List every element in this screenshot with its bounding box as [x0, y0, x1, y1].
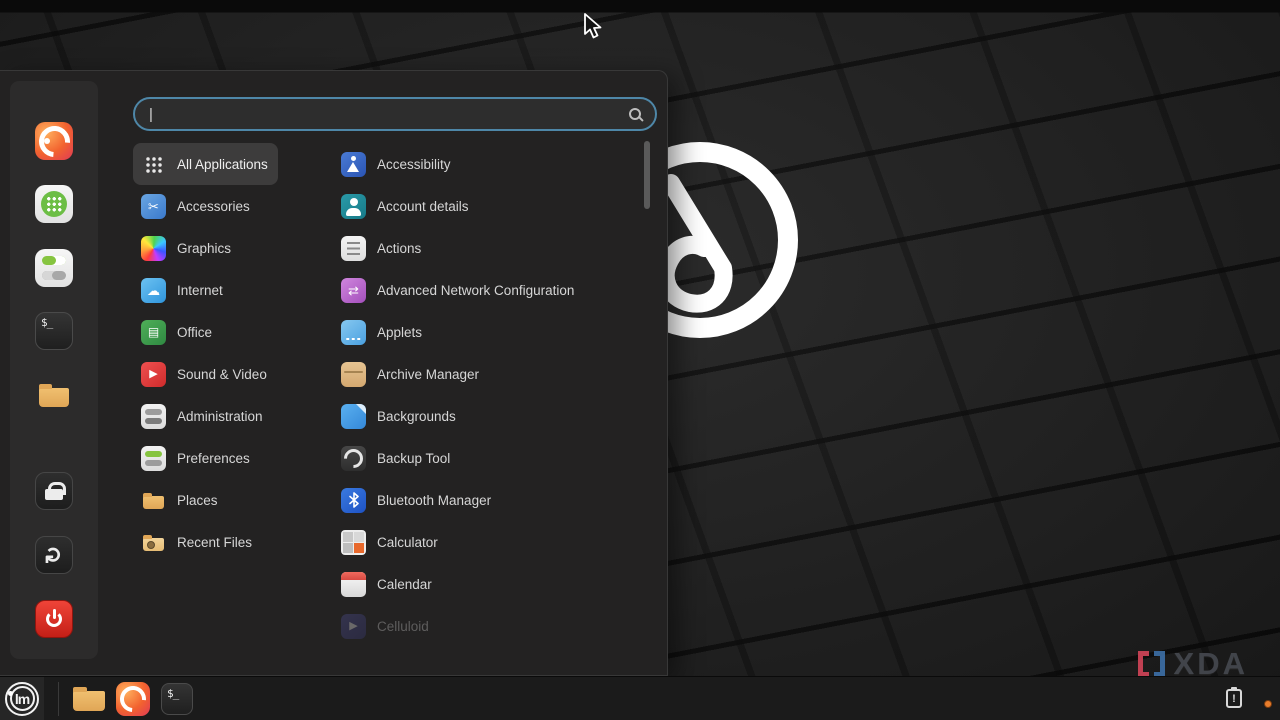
search-input[interactable]: | [133, 97, 657, 131]
logout-icon[interactable]: ↻ [35, 536, 73, 574]
calculator-icon [341, 530, 366, 555]
bluetooth-icon [341, 488, 366, 513]
rainbow-icon [141, 236, 166, 261]
media-play-icon: ▶ [341, 614, 366, 639]
play-icon: ▶ [141, 362, 166, 387]
files-launcher-icon [72, 685, 106, 713]
application-list: Accessibility Account details Actions ⇄ … [333, 143, 639, 647]
user-bust-icon [341, 194, 366, 219]
terminal-glyph: $_ [36, 313, 52, 328]
category-internet[interactable]: ☁ Internet [133, 269, 233, 311]
lock-screen-icon[interactable] [35, 472, 73, 510]
mouse-cursor [578, 12, 604, 42]
power-symbol-icon [44, 609, 64, 629]
system-settings-icon[interactable] [35, 249, 73, 287]
sync-ring-icon [341, 446, 366, 471]
firewall-shield-icon[interactable] [1252, 689, 1270, 708]
category-preferences[interactable]: Preferences [133, 437, 260, 479]
app-accessibility[interactable]: Accessibility [333, 143, 461, 185]
category-sound-video[interactable]: ▶ Sound & Video [133, 353, 277, 395]
app-account-details[interactable]: Account details [333, 185, 479, 227]
padlock-icon [44, 482, 64, 500]
logout-glyph: ↻ [41, 546, 67, 564]
app-advanced-network-configuration[interactable]: ⇄ Advanced Network Configuration [333, 269, 584, 311]
firefox-launcher-icon [116, 682, 150, 716]
app-archive-manager[interactable]: Archive Manager [333, 353, 489, 395]
mint-menu-panel: $_ ↻ | All Applications ✂ Accessories Gr… [0, 70, 668, 676]
xda-right-bracket [1154, 651, 1165, 677]
folder-icon [141, 488, 166, 513]
files-launcher[interactable] [67, 677, 111, 720]
app-list-scrollbar[interactable] [644, 141, 650, 209]
recent-folder-icon [141, 530, 166, 555]
xda-left-bracket [1138, 651, 1149, 677]
cloud-icon: ☁ [141, 278, 166, 303]
terminal-launcher-icon: $_ [161, 683, 193, 715]
menu-button[interactable]: lm [0, 677, 44, 720]
category-places[interactable]: Places [133, 479, 228, 521]
app-applets[interactable]: Applets [333, 311, 432, 353]
search-icon [629, 108, 641, 120]
terminal-launcher[interactable]: $_ [155, 677, 199, 720]
archive-box-icon [341, 362, 366, 387]
taskbar-separator [58, 682, 59, 716]
list-icon [341, 236, 366, 261]
software-manager-icon[interactable] [35, 185, 73, 223]
category-all-applications[interactable]: All Applications [133, 143, 278, 185]
applets-icon [341, 320, 366, 345]
firefox-icon[interactable] [35, 122, 73, 160]
toggles-gray-icon [141, 404, 166, 429]
app-backup-tool[interactable]: Backup Tool [333, 437, 460, 479]
arrows-swap-icon: ⇄ [341, 278, 366, 303]
app-celluloid[interactable]: ▶ Celluloid [333, 605, 439, 647]
accessibility-person-icon [341, 152, 366, 177]
updates-clipboard-icon[interactable]: ! [1226, 689, 1242, 708]
app-calendar[interactable]: Calendar [333, 563, 442, 605]
notification-badge [1264, 700, 1272, 708]
app-calculator[interactable]: Calculator [333, 521, 448, 563]
terminal-icon[interactable]: $_ [35, 312, 73, 350]
files-icon[interactable] [35, 376, 73, 414]
shutdown-icon[interactable] [35, 600, 73, 638]
calendar-icon [341, 572, 366, 597]
taskbar: lm $_ ! [0, 676, 1280, 720]
toggles-green-icon [141, 446, 166, 471]
folded-page-icon [341, 404, 366, 429]
app-bluetooth-manager[interactable]: Bluetooth Manager [333, 479, 501, 521]
favorites-sidebar: $_ ↻ [10, 81, 98, 659]
text-caret: | [149, 106, 153, 123]
category-graphics[interactable]: Graphics [133, 227, 241, 269]
firefox-launcher[interactable] [111, 677, 155, 720]
category-administration[interactable]: Administration [133, 395, 273, 437]
app-backgrounds[interactable]: Backgrounds [333, 395, 466, 437]
clock-icon [147, 541, 155, 549]
all-applications-grid-icon [141, 152, 166, 177]
category-accessories[interactable]: ✂ Accessories [133, 185, 260, 227]
document-icon: ▤ [141, 320, 166, 345]
category-office[interactable]: ▤ Office [133, 311, 222, 353]
category-list: All Applications ✂ Accessories Graphics … [133, 143, 329, 563]
category-recent-files[interactable]: Recent Files [133, 521, 262, 563]
app-actions[interactable]: Actions [333, 227, 431, 269]
mint-logo-icon: lm [5, 682, 39, 716]
scissors-icon: ✂ [141, 194, 166, 219]
system-tray: ! [1226, 689, 1280, 708]
